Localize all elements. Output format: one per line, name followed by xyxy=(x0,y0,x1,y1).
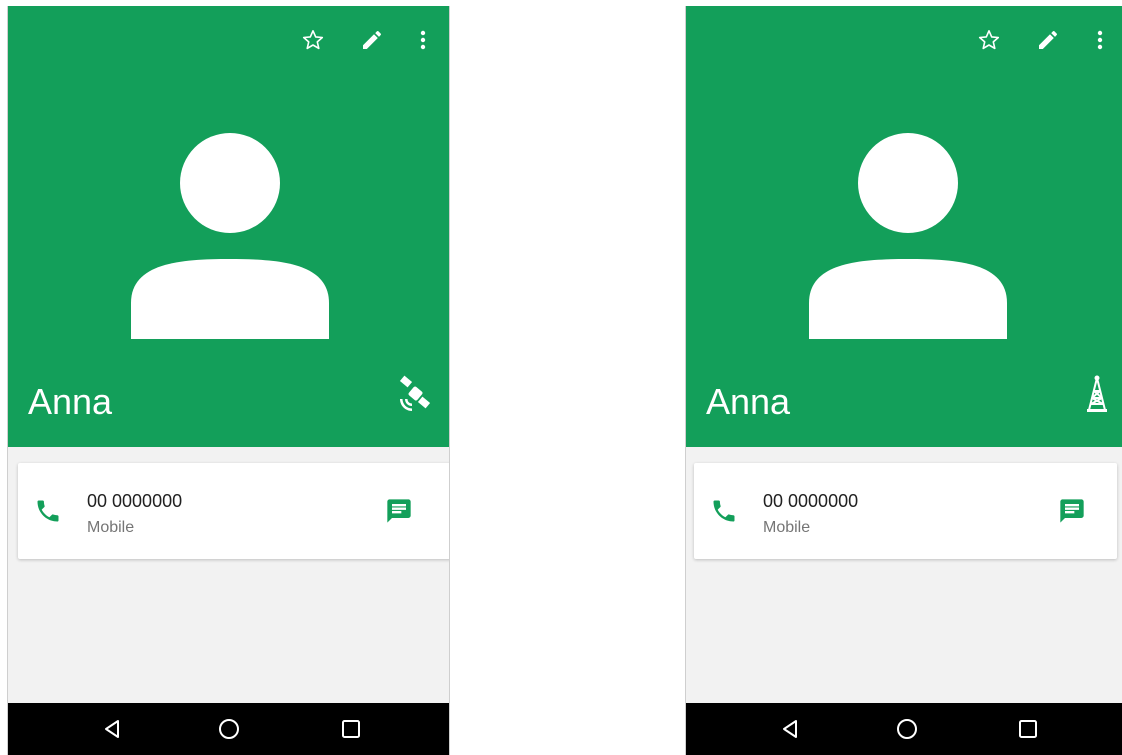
navigation-bar xyxy=(8,703,449,755)
recents-icon[interactable] xyxy=(1013,714,1043,744)
satellite-icon xyxy=(396,374,436,414)
back-icon[interactable] xyxy=(775,714,805,744)
phone-type-label: Mobile xyxy=(87,519,135,536)
recents-icon[interactable] xyxy=(336,714,366,744)
contact-screen-satellite: Anna 00 0000000 Mobile xyxy=(7,6,450,755)
contact-header: Anna xyxy=(686,6,1122,447)
message-icon[interactable] xyxy=(385,497,413,525)
message-icon[interactable] xyxy=(1058,497,1086,525)
star-outline-icon[interactable] xyxy=(299,26,327,54)
contact-name: Anna xyxy=(706,381,791,422)
home-icon[interactable] xyxy=(892,714,922,744)
contact-header: Anna xyxy=(8,6,449,447)
phone-icon[interactable] xyxy=(710,497,738,525)
contact-screen-cell-tower: Anna 00 0000000 Mobile xyxy=(685,6,1122,755)
phone-icon[interactable] xyxy=(34,497,62,525)
more-vert-icon[interactable] xyxy=(409,26,437,54)
more-vert-icon[interactable] xyxy=(1086,26,1114,54)
phone-number: 00 0000000 xyxy=(763,491,859,511)
avatar xyxy=(809,133,1007,339)
phone-type-label: Mobile xyxy=(763,519,811,536)
phone-entry-card[interactable]: 00 0000000 Mobile xyxy=(18,463,449,559)
avatar xyxy=(131,133,329,339)
pencil-icon[interactable] xyxy=(1034,26,1062,54)
navigation-bar xyxy=(686,703,1122,755)
phone-number: 00 0000000 xyxy=(87,491,183,511)
phone-entry-card[interactable]: 00 0000000 Mobile xyxy=(694,463,1117,559)
cell-tower-icon xyxy=(1077,374,1117,414)
contact-name: Anna xyxy=(28,381,113,422)
home-icon[interactable] xyxy=(214,714,244,744)
back-icon[interactable] xyxy=(97,714,127,744)
pencil-icon[interactable] xyxy=(358,26,386,54)
star-outline-icon[interactable] xyxy=(975,26,1003,54)
